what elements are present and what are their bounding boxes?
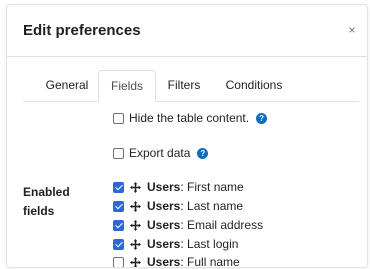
field-checkbox[interactable] xyxy=(113,238,124,250)
field-row: Users : First name xyxy=(113,180,244,194)
field-name: Email address xyxy=(183,218,264,232)
field-row: Users : Last name xyxy=(113,199,243,213)
close-icon[interactable]: × xyxy=(345,23,359,37)
tab-fields[interactable]: Fields xyxy=(98,70,156,102)
hide-table-option: Hide the table content. ? xyxy=(113,111,268,125)
field-prefix: Users xyxy=(147,218,181,232)
tab-conditions[interactable]: Conditions xyxy=(216,70,292,100)
tab-filters[interactable]: Filters xyxy=(160,70,208,100)
field-name: First name xyxy=(183,180,244,194)
field-row: Users : Last login xyxy=(113,237,238,251)
move-icon[interactable] xyxy=(130,256,141,268)
export-data-checkbox[interactable] xyxy=(113,147,124,159)
enabled-fields-label: Enabled xyxy=(23,185,70,199)
field-checkbox[interactable] xyxy=(113,219,124,231)
enabled-fields-label-line2: fields xyxy=(23,204,55,218)
move-icon[interactable] xyxy=(130,238,141,250)
field-prefix: Users xyxy=(147,237,181,251)
export-data-option: Export data ? xyxy=(113,146,209,160)
field-prefix: Users xyxy=(147,180,181,194)
tab-bar: General Fields Filters Conditions xyxy=(23,70,358,102)
move-icon[interactable] xyxy=(130,200,141,212)
help-icon[interactable]: ? xyxy=(197,147,209,159)
edit-preferences-dialog: Edit preferences × General Fields Filter… xyxy=(6,4,368,268)
field-checkbox[interactable] xyxy=(113,256,124,267)
field-row: Users : Full name xyxy=(113,255,240,268)
hide-table-checkbox[interactable] xyxy=(113,112,124,124)
field-checkbox[interactable] xyxy=(113,200,124,212)
hide-table-label: Hide the table content. xyxy=(129,111,250,125)
modal-title: Edit preferences xyxy=(23,22,141,39)
field-name: Last name xyxy=(183,199,244,213)
field-prefix: Users xyxy=(147,199,181,213)
move-icon[interactable] xyxy=(130,181,141,193)
move-icon[interactable] xyxy=(130,219,141,231)
tab-general[interactable]: General xyxy=(36,70,98,100)
modal-header: Edit preferences × xyxy=(7,5,367,57)
field-prefix: Users xyxy=(147,255,181,268)
field-row: Users : Email address xyxy=(113,218,263,232)
help-icon[interactable]: ? xyxy=(256,112,268,124)
export-data-label: Export data xyxy=(129,146,191,160)
field-name: Last login xyxy=(183,237,239,251)
field-name: Full name xyxy=(183,255,240,268)
field-checkbox[interactable] xyxy=(113,181,124,193)
